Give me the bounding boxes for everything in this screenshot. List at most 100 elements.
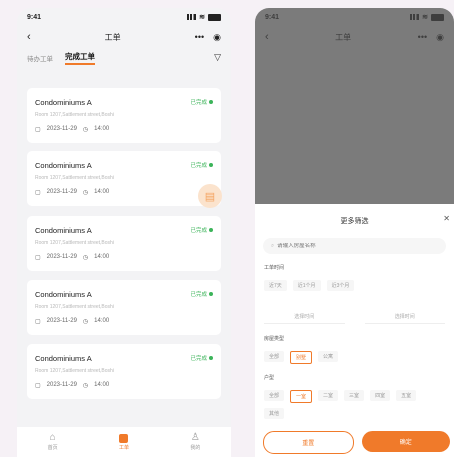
- reset-button[interactable]: 重置: [263, 431, 354, 454]
- calendar-icon: ▢: [35, 190, 41, 196]
- tabbar-item-home[interactable]: ⌂ 首页: [47, 432, 58, 452]
- status-text: 已完成: [190, 163, 207, 169]
- briefcase-icon: ▤: [204, 190, 216, 203]
- tabbar-item-profile[interactable]: ♙ 我的: [190, 432, 201, 452]
- order-address: Room 1207,Sattlement street,Boshi: [35, 304, 114, 310]
- order-icon: [119, 433, 129, 443]
- close-target-icon[interactable]: ◉: [436, 32, 444, 43]
- order-time: 14:00: [94, 126, 110, 132]
- filter-sheet: 更多筛选 ✕ ⌕ 工单时间 近7天 近1个月 近3个月 选择时间 选择时间 房屋…: [255, 204, 454, 457]
- battery-icon: [431, 13, 444, 21]
- status-text: 已完成: [190, 292, 207, 298]
- chip-layout-1[interactable]: 一室: [290, 390, 313, 403]
- floating-action-button[interactable]: ▤: [198, 184, 222, 208]
- chip-layout-4[interactable]: 四室: [370, 390, 391, 401]
- order-title: Condominiums A: [35, 226, 92, 235]
- more-icon[interactable]: •••: [418, 32, 427, 42]
- wifi-icon: ≋: [199, 14, 205, 21]
- status-text: 已完成: [190, 100, 207, 106]
- order-card[interactable]: Condominiums A 已完成 Room 1207,Sattlement …: [27, 151, 221, 206]
- tab-completed[interactable]: 完成工单: [65, 51, 95, 65]
- search-bar[interactable]: ⌕: [263, 238, 446, 254]
- clock-icon: ◷: [82, 319, 89, 325]
- page-title: 工单: [104, 32, 121, 42]
- chip-time-7d[interactable]: 近7天: [264, 280, 287, 291]
- search-input[interactable]: [274, 243, 378, 249]
- home-icon: ⌂: [49, 432, 56, 443]
- status-dot-icon: [209, 228, 213, 232]
- status-time: 9:41: [265, 13, 280, 21]
- chip-layout-all[interactable]: 全部: [264, 390, 285, 401]
- chip-house-all[interactable]: 全部: [264, 351, 285, 362]
- house-type-label: 房屋类型: [264, 336, 285, 342]
- back-icon[interactable]: ‹: [265, 31, 269, 43]
- status-dot-icon: [209, 356, 213, 360]
- chip-layout-other[interactable]: 其他: [264, 408, 285, 419]
- order-card[interactable]: Condominiums A 已完成 Room 1207,Sattlement …: [27, 280, 221, 335]
- clock-icon: ◷: [82, 255, 89, 261]
- chip-time-3m[interactable]: 近3个月: [326, 280, 355, 291]
- status-badge: 已完成: [190, 98, 213, 106]
- more-icon[interactable]: •••: [195, 32, 204, 42]
- bottom-tab-bar: ⌂ 首页 工单 ♙ 我的: [17, 427, 231, 457]
- dim-overlay[interactable]: 9:41 ≋ ‹ 工单 ••• ◉: [255, 8, 454, 204]
- order-date: 2023-11-29: [46, 189, 77, 195]
- tabbar-label: 首页: [47, 445, 58, 451]
- time-filter-label: 工单时间: [264, 265, 285, 271]
- time-options: 近7天 近1个月 近3个月: [264, 280, 355, 291]
- chip-time-1m[interactable]: 近1个月: [292, 280, 321, 291]
- order-time: 14:00: [94, 318, 110, 324]
- order-time: 14:00: [94, 254, 110, 260]
- end-date-field[interactable]: 选择时间: [364, 310, 445, 324]
- order-card[interactable]: Condominiums A 已完成 Room 1207,Sattlement …: [27, 344, 221, 399]
- confirm-button[interactable]: 确定: [361, 431, 450, 452]
- close-target-icon[interactable]: ◉: [213, 32, 221, 43]
- status-time: 9:41: [27, 13, 42, 21]
- back-icon[interactable]: ‹: [27, 31, 31, 43]
- calendar-icon: ▢: [35, 319, 41, 325]
- status-badge: 已完成: [190, 354, 213, 362]
- status-badge: 已完成: [190, 290, 213, 298]
- chip-layout-3[interactable]: 三室: [344, 390, 365, 401]
- chip-house-apartment[interactable]: 公寓: [318, 351, 339, 362]
- mini-program-capsule: ••• ◉: [195, 32, 221, 43]
- clock-icon: ◷: [82, 383, 89, 389]
- order-card[interactable]: Condominiums A 已完成 Room 1207,Sattlement …: [27, 216, 221, 271]
- chip-house-villa[interactable]: 别墅: [290, 351, 313, 364]
- signal-icon: [410, 14, 420, 20]
- order-time: 14:00: [94, 189, 110, 195]
- order-date: 2023-11-29: [46, 126, 77, 132]
- order-date: 2023-11-29: [46, 382, 77, 388]
- status-bar: 9:41 ≋: [17, 8, 231, 26]
- close-icon[interactable]: ✕: [443, 214, 450, 223]
- chip-layout-5[interactable]: 五室: [396, 390, 417, 401]
- calendar-icon: ▢: [35, 383, 41, 389]
- tab-pending[interactable]: 待办工单: [27, 53, 53, 63]
- start-date-field[interactable]: 选择时间: [264, 310, 345, 324]
- signal-icon: [187, 14, 197, 20]
- filter-screen: 9:41 ≋ ‹ 工单 ••• ◉ 更多筛选 ✕ ⌕ 工单时间 近7天 近1个月: [255, 8, 454, 457]
- status-badge: 已完成: [190, 161, 213, 169]
- filter-icon[interactable]: ▽: [214, 52, 221, 63]
- status-dot-icon: [209, 100, 213, 104]
- chip-layout-2[interactable]: 二室: [318, 390, 339, 401]
- status-badge: 已完成: [190, 226, 213, 234]
- order-title: Condominiums A: [35, 161, 92, 170]
- status-text: 已完成: [190, 356, 207, 362]
- status-text: 已完成: [190, 228, 207, 234]
- order-address: Room 1207,Sattlement street,Boshi: [35, 368, 114, 374]
- order-title: Condominiums A: [35, 290, 92, 299]
- sheet-actions: 重置 确定: [263, 431, 450, 454]
- user-icon: ♙: [190, 432, 200, 443]
- mini-program-capsule: ••• ◉: [418, 32, 444, 43]
- date-range: 选择时间 选择时间: [264, 310, 445, 324]
- order-address: Room 1207,Sattlement street,Boshi: [35, 112, 114, 118]
- order-card[interactable]: Condominiums A 已完成 Room 1207,Sattlement …: [27, 88, 221, 143]
- tabbar-label: 工单: [118, 444, 129, 451]
- status-dot-icon: [209, 163, 213, 167]
- tabbar-item-orders[interactable]: 工单: [118, 433, 129, 451]
- order-date: 2023-11-29: [46, 254, 77, 260]
- tabbar-label: 我的: [190, 445, 201, 451]
- order-meta: ▢ 2023-11-29 ◷ 14:00: [35, 254, 109, 261]
- status-icons: ≋: [187, 13, 221, 21]
